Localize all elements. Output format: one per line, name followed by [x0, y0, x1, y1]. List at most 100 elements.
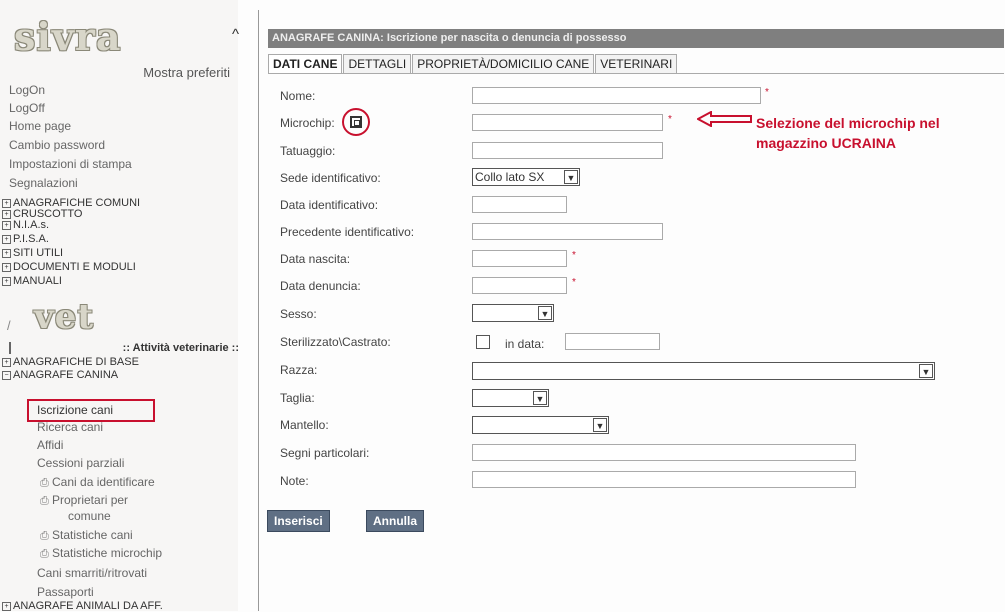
- chevron-down-icon: ▼: [564, 170, 578, 184]
- link-label: Statistiche cani: [52, 528, 133, 542]
- tab-veterinari[interactable]: VETERINARI: [595, 54, 678, 73]
- expand-icon: +: [2, 262, 11, 272]
- note-input[interactable]: [472, 471, 856, 488]
- printer-icon: ⎙: [40, 530, 49, 542]
- expand-icon: +: [2, 198, 11, 208]
- link-label: Cani da identificare: [52, 475, 155, 489]
- category-nias[interactable]: + N.I.A.s.: [2, 220, 49, 231]
- category-anagrafe-animali[interactable]: + ANAGRAFE ANIMALI DA AFF.: [2, 601, 163, 612]
- sede-value: Collo lato SX: [475, 170, 545, 184]
- tab-dettagli[interactable]: DETTAGLI: [343, 54, 412, 73]
- sidebar: sivra Mostra preferiti LogOn LogOff Home…: [0, 0, 239, 612]
- expand-icon: +: [2, 601, 11, 611]
- annotation-line-1: Selezione del microchip nel: [756, 115, 940, 131]
- mostra-preferiti-link[interactable]: Mostra preferiti: [143, 65, 230, 80]
- comune-label[interactable]: comune: [68, 509, 111, 523]
- category-siti-utili[interactable]: + SITI UTILI: [2, 248, 63, 259]
- razza-label: Razza:: [280, 363, 318, 377]
- category-anagrafiche-di-base[interactable]: + ANAGRAFICHE DI BASE: [2, 357, 139, 368]
- category-label: DOCUMENTI E MODULI: [13, 261, 136, 273]
- expand-icon: +: [2, 220, 11, 230]
- nome-input[interactable]: [472, 87, 761, 104]
- annotation-arrow-icon: [697, 111, 752, 127]
- category-label: ANAGRAFE CANINA: [13, 369, 119, 381]
- cessioni-parziali-link[interactable]: Cessioni parziali: [37, 456, 124, 470]
- annulla-button[interactable]: Annulla: [366, 510, 424, 532]
- logoff-link[interactable]: LogOff: [9, 101, 45, 115]
- category-label: N.I.A.s.: [13, 219, 50, 231]
- printer-icon: ⎙: [40, 548, 49, 560]
- chevron-down-icon: ▼: [593, 418, 607, 432]
- proprietari-per-comune-link[interactable]: ⎙ Proprietari per: [40, 493, 128, 508]
- taglia-label: Taglia:: [280, 391, 315, 405]
- statistiche-cani-link[interactable]: ⎙ Statistiche cani: [40, 528, 133, 543]
- data-denuncia-input[interactable]: [472, 277, 567, 294]
- statistiche-microchip-link[interactable]: ⎙ Statistiche microchip: [40, 546, 162, 561]
- sivra-logo: sivra: [14, 14, 122, 59]
- segni-particolari-input[interactable]: [472, 444, 856, 461]
- taglia-select[interactable]: ▼: [472, 389, 549, 407]
- sesso-select[interactable]: ▼: [472, 304, 554, 322]
- annotation-line-2: magazzino UCRAINA: [756, 135, 897, 151]
- highlight-box: [27, 399, 155, 422]
- data-identificativo-label: Data identificativo:: [280, 198, 379, 212]
- category-label: ANAGRAFE ANIMALI DA AFF.: [13, 600, 163, 612]
- required-mark: *: [572, 250, 576, 261]
- segnalazioni-link[interactable]: Segnalazioni: [9, 176, 78, 190]
- link-label: Proprietari per: [52, 493, 129, 507]
- expand-icon: +: [2, 209, 11, 219]
- affidi-link[interactable]: Affidi: [37, 438, 63, 452]
- sterilizzato-checkbox[interactable]: [476, 335, 490, 349]
- required-mark: *: [765, 87, 769, 98]
- sidebar-divider: [258, 10, 259, 611]
- highlight-circle: [342, 108, 370, 136]
- tab-bar: DATI CANE DETTAGLI PROPRIETÀ/DOMICILIO C…: [268, 54, 678, 73]
- category-documenti-moduli[interactable]: + DOCUMENTI E MODULI: [2, 262, 136, 273]
- data-nascita-input[interactable]: [472, 250, 567, 267]
- sede-label: Sede identificativo:: [280, 171, 381, 185]
- data-denuncia-label: Data denuncia:: [280, 279, 361, 293]
- logon-link[interactable]: LogOn: [9, 83, 45, 97]
- note-label: Note:: [280, 474, 309, 488]
- category-anagrafe-canina[interactable]: − ANAGRAFE CANINA: [2, 370, 118, 381]
- tab-proprieta-domicilio[interactable]: PROPRIETÀ/DOMICILIO CANE: [412, 54, 595, 73]
- chevron-down-icon: ▼: [533, 391, 547, 405]
- in-data-input[interactable]: [565, 333, 660, 350]
- expand-icon: +: [2, 248, 11, 258]
- cani-da-identificare-link[interactable]: ⎙ Cani da identificare: [40, 475, 155, 490]
- collapse-sidebar-arrow[interactable]: ^: [232, 26, 246, 43]
- razza-select[interactable]: ▼: [472, 362, 935, 380]
- category-label: SITI UTILI: [13, 247, 64, 259]
- in-data-label: in data:: [505, 337, 545, 351]
- impostazioni-stampa-link[interactable]: Impostazioni di stampa: [9, 157, 132, 171]
- printer-icon: ⎙: [40, 477, 49, 489]
- category-label: MANUALI: [13, 275, 62, 287]
- cambio-password-link[interactable]: Cambio password: [9, 138, 105, 152]
- expand-icon: +: [2, 357, 11, 367]
- category-pisa[interactable]: + P.I.S.A.: [2, 234, 49, 245]
- vet-logo: vet: [34, 297, 95, 337]
- tatuaggio-label: Tatuaggio:: [280, 144, 336, 158]
- link-label: Statistiche microchip: [52, 546, 163, 560]
- passaporti-link[interactable]: Passaporti: [37, 585, 94, 599]
- microchip-input[interactable]: [472, 114, 663, 131]
- mantello-select[interactable]: ▼: [472, 416, 609, 434]
- divider-slash: /: [7, 318, 11, 333]
- sesso-label: Sesso:: [280, 307, 317, 321]
- chevron-down-icon: ▼: [919, 364, 933, 378]
- collapse-icon: −: [2, 370, 11, 380]
- ricerca-cani-link[interactable]: Ricerca cani: [37, 420, 103, 434]
- nome-label: Nome:: [280, 89, 316, 103]
- home-page-link[interactable]: Home page: [9, 119, 71, 133]
- sede-select[interactable]: Collo lato SX ▼: [472, 168, 580, 186]
- data-identificativo-input[interactable]: [472, 196, 567, 213]
- sterilizzato-label: Sterilizzato\Castrato:: [280, 335, 391, 349]
- cani-smarriti-link[interactable]: Cani smarriti/ritrovati: [37, 566, 147, 580]
- annotation-text: Selezione del microchip nel magazzino UC…: [756, 113, 940, 153]
- inserisci-button[interactable]: Inserisci: [267, 510, 330, 532]
- mantello-label: Mantello:: [280, 418, 329, 432]
- category-manuali[interactable]: + MANUALI: [2, 276, 62, 287]
- tab-dati-cane[interactable]: DATI CANE: [268, 54, 343, 73]
- precedente-identificativo-input[interactable]: [472, 223, 663, 240]
- tatuaggio-input[interactable]: [472, 142, 663, 159]
